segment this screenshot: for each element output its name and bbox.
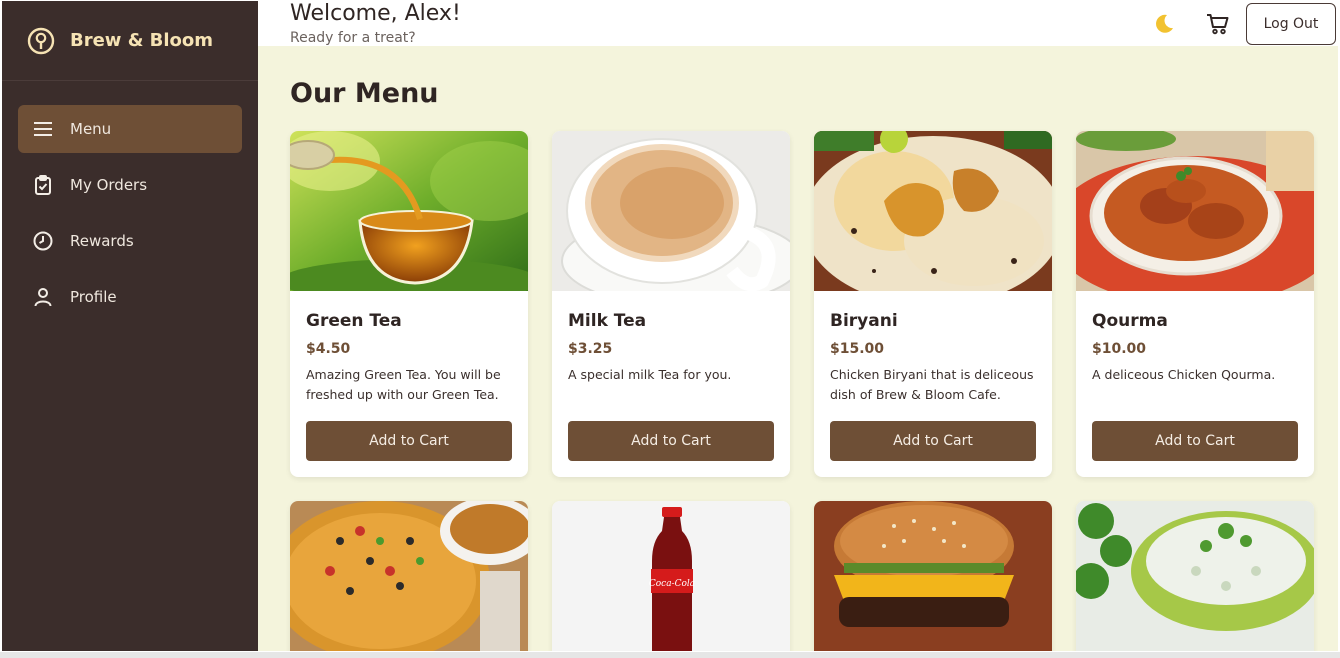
theme-toggle-button[interactable] — [1144, 4, 1184, 44]
item-description: Amazing Green Tea. You will be freshed u… — [306, 367, 501, 402]
taskbar-edge — [0, 652, 1340, 658]
menu-card-salad — [1076, 501, 1314, 651]
menu-card-cola: Coca-Cola — [552, 501, 790, 651]
cola-bottle-image: Coca-Cola — [552, 501, 790, 651]
menu-card-biryani: Biryani $15.00 Chicken Biryani that is d… — [814, 131, 1052, 477]
menu-grid: Green Tea $4.50 Amazing Green Tea. You w… — [290, 131, 1314, 651]
moon-icon — [1156, 14, 1173, 33]
clock-icon — [32, 230, 54, 252]
menu-icon — [32, 118, 54, 140]
svg-text:Coca-Cola: Coca-Cola — [649, 579, 695, 589]
sidebar-item-label: My Orders — [70, 176, 148, 194]
item-name: Qourma — [1092, 311, 1168, 331]
menu-card-pizza — [290, 501, 528, 651]
header-actions: Log Out — [1144, 2, 1336, 45]
sidebar-item-menu[interactable]: Menu — [18, 105, 242, 153]
item-name: Biryani — [830, 311, 898, 331]
welcome-text: Welcome, Alex! — [290, 1, 461, 26]
clipboard-icon — [32, 174, 54, 196]
sidebar-item-rewards[interactable]: Rewards — [18, 217, 242, 265]
menu-card-burger — [814, 501, 1052, 651]
card-body: Milk Tea $3.25 A special milk Tea for yo… — [552, 291, 790, 477]
menu-card-green-tea: Green Tea $4.50 Amazing Green Tea. You w… — [290, 131, 528, 477]
add-to-cart-button[interactable]: Add to Cart — [830, 421, 1036, 461]
sidebar: Brew & Bloom Menu My Orders Rewards Prof… — [2, 1, 258, 651]
pizza-image — [290, 501, 528, 651]
add-to-cart-button[interactable]: Add to Cart — [306, 421, 512, 461]
app-window: Brew & Bloom Menu My Orders Rewards Prof… — [2, 1, 1338, 651]
qourma-image — [1076, 131, 1314, 291]
item-price: $15.00 — [830, 341, 885, 357]
item-price: $3.25 — [568, 341, 613, 357]
top-header: Welcome, Alex! Ready for a treat? Log Ou… — [258, 1, 1338, 46]
item-price: $4.50 — [306, 341, 351, 357]
sidebar-item-label: Profile — [70, 288, 117, 306]
cart-button[interactable] — [1198, 4, 1238, 44]
card-body: Qourma $10.00 A deliceous Chicken Qourma… — [1076, 291, 1314, 477]
greeting: Welcome, Alex! Ready for a treat? — [290, 1, 461, 46]
menu-card-qourma: Qourma $10.00 A deliceous Chicken Qourma… — [1076, 131, 1314, 477]
item-description: A deliceous Chicken Qourma. — [1092, 367, 1276, 382]
sidebar-item-label: Rewards — [70, 232, 134, 250]
item-description: A special milk Tea for you. — [568, 367, 732, 382]
biryani-image — [814, 131, 1052, 291]
brand-name: Brew & Bloom — [70, 30, 214, 51]
sidebar-item-label: Menu — [70, 120, 112, 138]
sidebar-item-profile[interactable]: Profile — [18, 273, 242, 321]
menu-section: Our Menu Green Tea $4.50 Amazing Green T… — [258, 46, 1338, 651]
card-body: Biryani $15.00 Chicken Biryani that is d… — [814, 291, 1052, 477]
logout-button[interactable]: Log Out — [1246, 2, 1336, 45]
card-body: Green Tea $4.50 Amazing Green Tea. You w… — [290, 291, 528, 477]
sidebar-nav: Menu My Orders Rewards Profile — [2, 81, 258, 353]
page-title: Our Menu — [290, 78, 439, 109]
sidebar-item-my-orders[interactable]: My Orders — [18, 161, 242, 209]
user-icon — [32, 286, 54, 308]
welcome-subtitle: Ready for a treat? — [290, 30, 416, 46]
green-tea-image — [290, 131, 528, 291]
item-name: Milk Tea — [568, 311, 647, 331]
item-description: Chicken Biryani that is deliceous dish o… — [830, 367, 1034, 402]
salad-image — [1076, 501, 1314, 651]
brand[interactable]: Brew & Bloom — [2, 1, 258, 81]
coffee-logo-icon — [27, 27, 55, 54]
main-area: Welcome, Alex! Ready for a treat? Log Ou… — [258, 1, 1338, 651]
cart-icon — [1207, 13, 1229, 34]
item-price: $10.00 — [1092, 341, 1147, 357]
item-name: Green Tea — [306, 311, 402, 331]
menu-card-milk-tea: Milk Tea $3.25 A special milk Tea for yo… — [552, 131, 790, 477]
burger-image — [814, 501, 1052, 651]
add-to-cart-button[interactable]: Add to Cart — [1092, 421, 1298, 461]
milk-tea-image — [552, 131, 790, 291]
add-to-cart-button[interactable]: Add to Cart — [568, 421, 774, 461]
